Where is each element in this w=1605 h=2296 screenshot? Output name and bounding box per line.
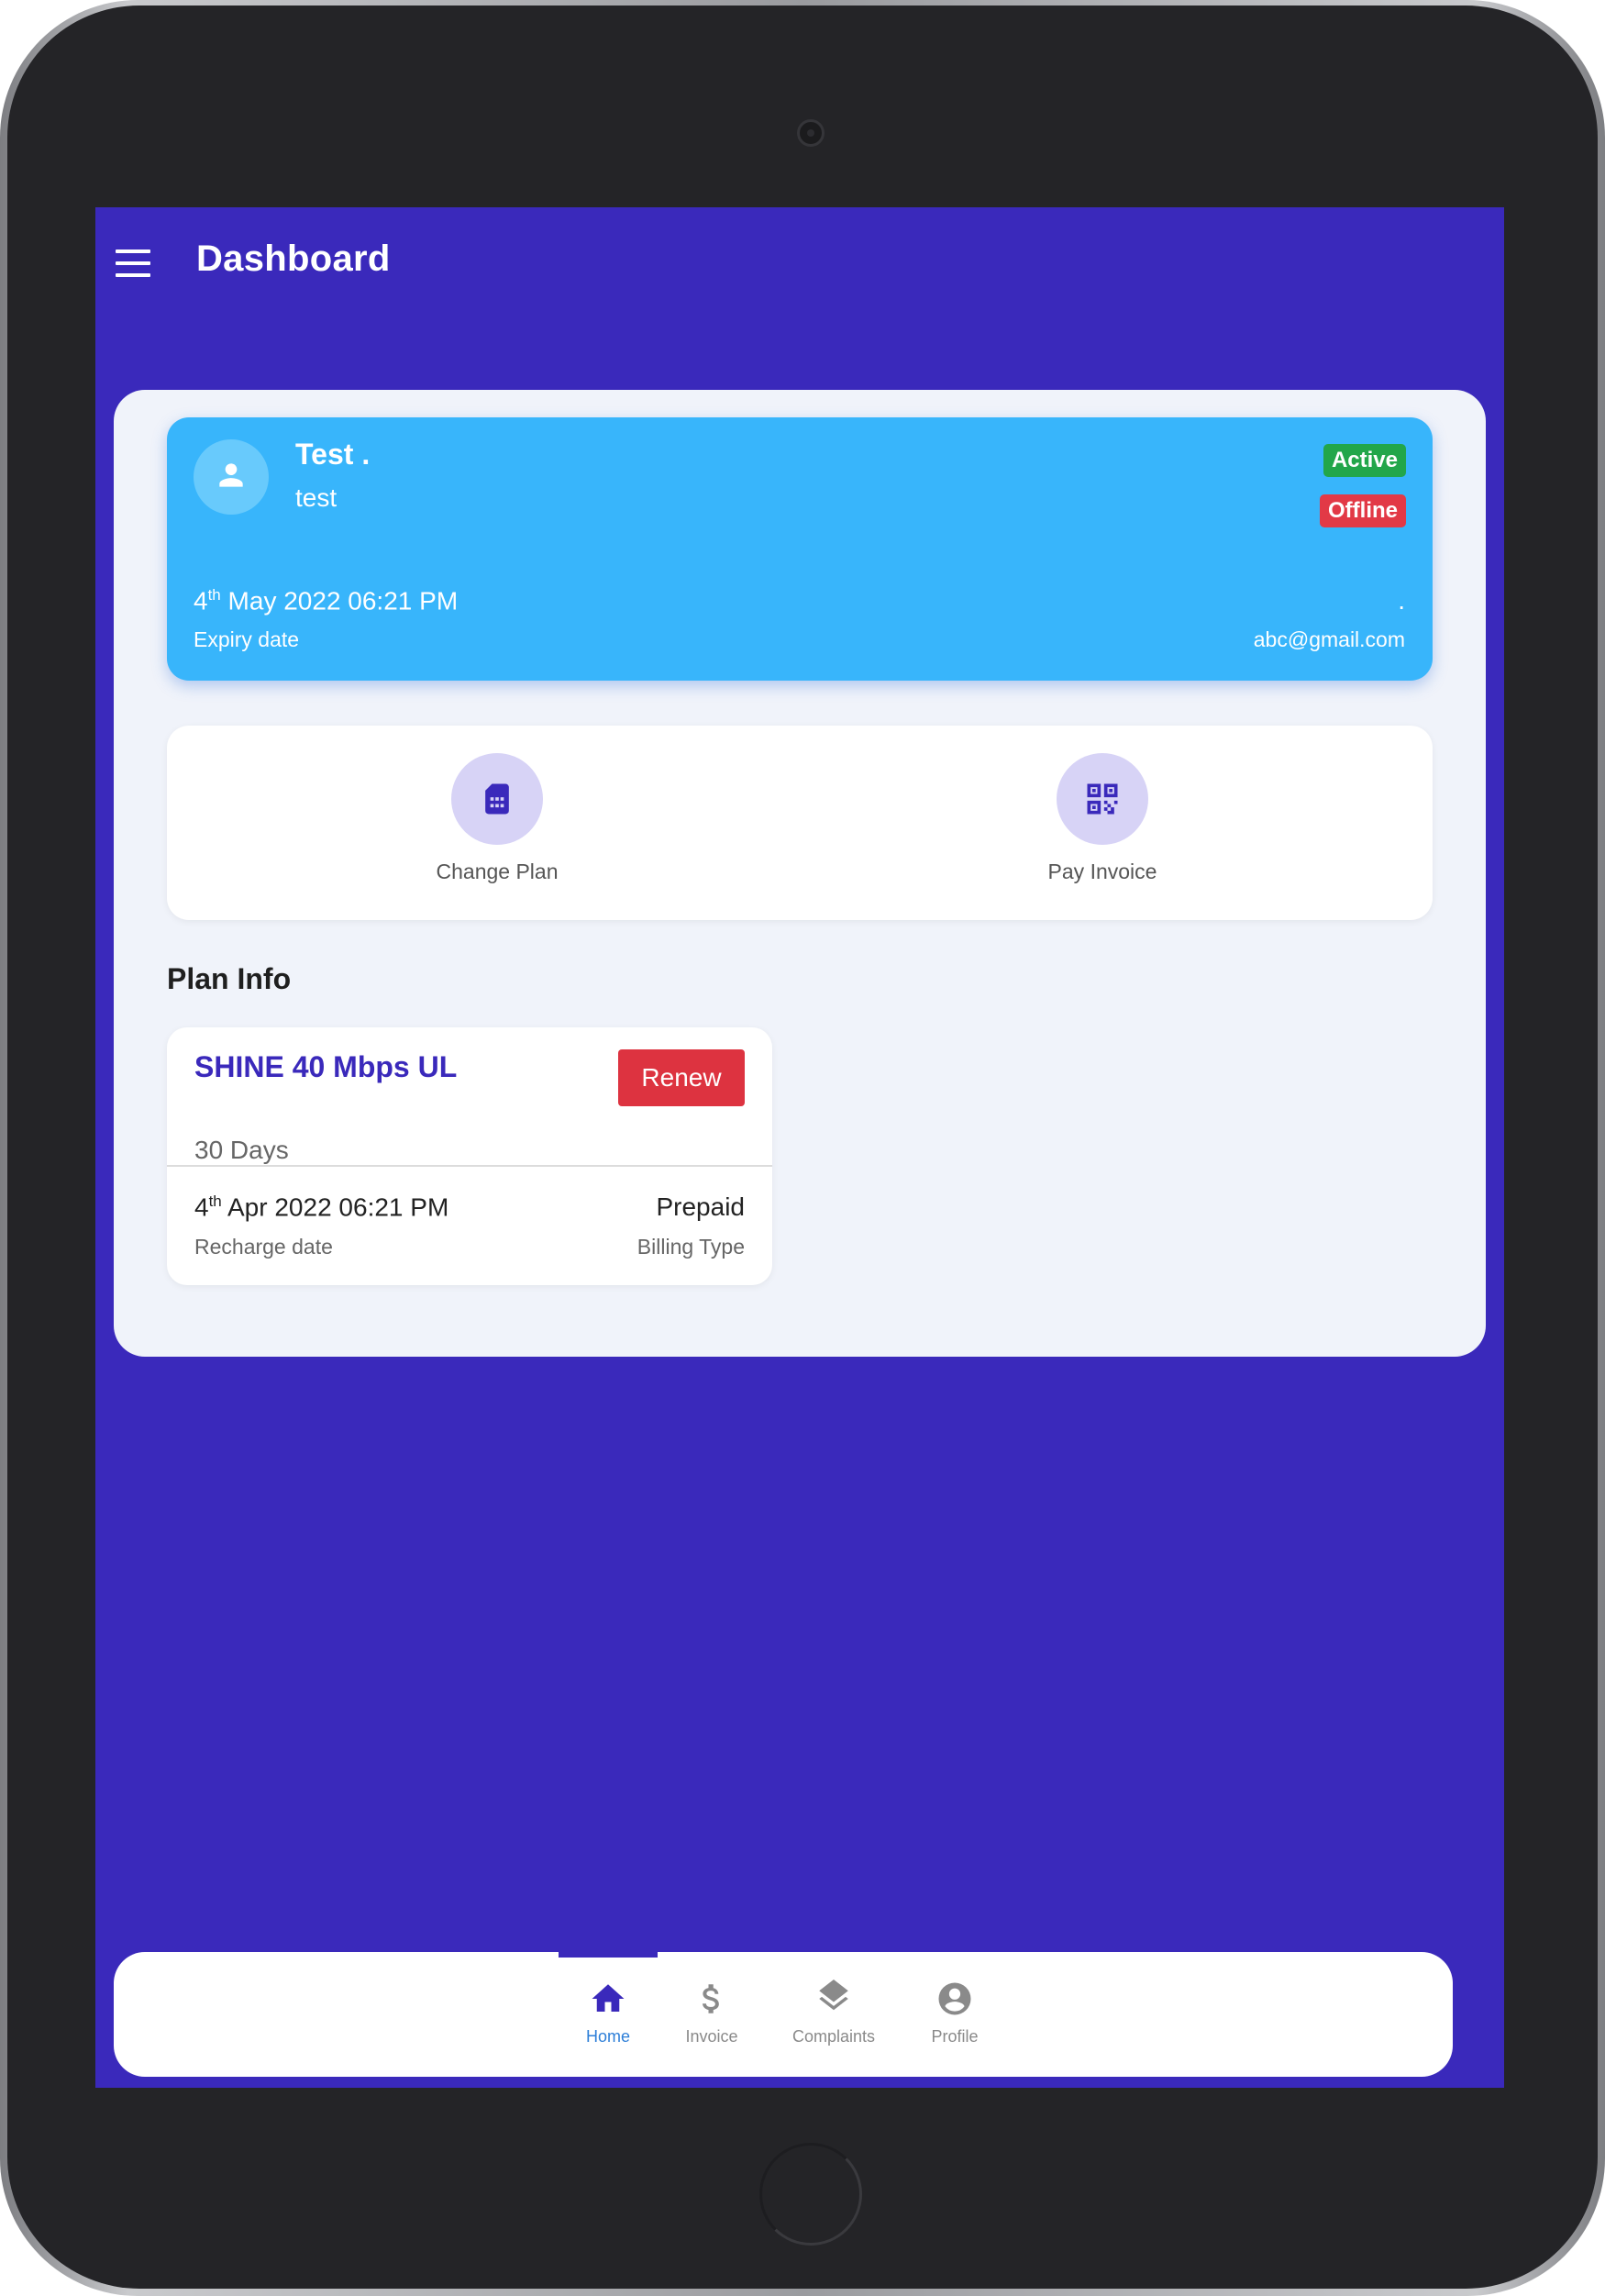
pay-invoice-icon-circle[interactable] [1057,753,1148,845]
content-panel: Test . test Active Offline 4th May 2022 … [114,390,1486,1357]
dollar-icon [703,1984,719,2013]
camera-icon [797,119,825,147]
plan-card: SHINE 40 Mbps UL 30 Days Renew 4th Apr 2… [167,1027,772,1285]
renew-button[interactable]: Renew [618,1049,745,1106]
bottom-navigation: Home Invoice Complaints Profile [114,1952,1453,2077]
app-screen: Dashboard Test . test Active Offline 4th… [95,207,1504,2088]
person-icon [219,463,243,487]
recharge-date-value: 4th Apr 2022 06:21 PM [194,1192,449,1222]
user-name: Test . [295,438,371,471]
hamburger-menu-icon[interactable] [116,250,150,277]
app-bar: Dashboard [95,207,1504,317]
quick-actions-card: Change Plan Pay Invoice [167,726,1433,920]
status-badge-offline: Offline [1320,494,1406,527]
billing-type-label: Billing Type [636,1235,745,1259]
pay-invoice-button[interactable]: Pay Invoice [965,753,1240,884]
expiry-date-label: Expiry date [194,627,300,651]
nav-item-home[interactable]: Home [553,1980,663,2046]
plan-divider [167,1165,772,1167]
profile-card: Test . test Active Offline 4th May 2022 … [167,417,1433,681]
tablet-frame: Dashboard Test . test Active Offline 4th… [0,0,1605,2296]
user-username: test [295,483,338,512]
avatar [194,439,269,515]
nav-item-invoice[interactable]: Invoice [657,1980,767,2046]
plan-name: SHINE 40 Mbps UL [194,1050,458,1083]
nav-item-complaints[interactable]: Complaints [779,1980,889,2046]
nav-label-home: Home [585,2027,630,2046]
qr-code-icon [1087,783,1118,815]
account-circle-icon [938,1982,971,2015]
nav-item-profile[interactable]: Profile [900,1980,1010,2046]
layers-icon [819,1980,848,2011]
nav-label-profile: Profile [931,2027,979,2046]
page-title: Dashboard [196,238,391,279]
billing-type-value: Prepaid [656,1192,745,1221]
active-tab-indicator [559,1952,658,1958]
nav-label-complaints: Complaints [791,2027,876,2046]
contact-phone: . [1398,586,1405,615]
plan-info-heading: Plan Info [167,962,292,995]
plan-duration: 30 Days [194,1136,289,1164]
nav-label-invoice: Invoice [685,2027,738,2046]
change-plan-button[interactable]: Change Plan [360,753,635,884]
home-icon [592,1984,625,2012]
sim-card-icon [485,783,509,815]
change-plan-label: Change Plan [436,860,559,883]
expiry-date-value: 4th May 2022 06:21 PM [194,586,459,616]
change-plan-icon-circle[interactable] [451,753,543,845]
status-badge-active: Active [1323,444,1406,477]
recharge-date-label: Recharge date [194,1235,333,1259]
contact-email: abc@gmail.com [1253,627,1405,651]
pay-invoice-label: Pay Invoice [1047,860,1157,883]
home-hardware-button[interactable] [759,2143,862,2246]
